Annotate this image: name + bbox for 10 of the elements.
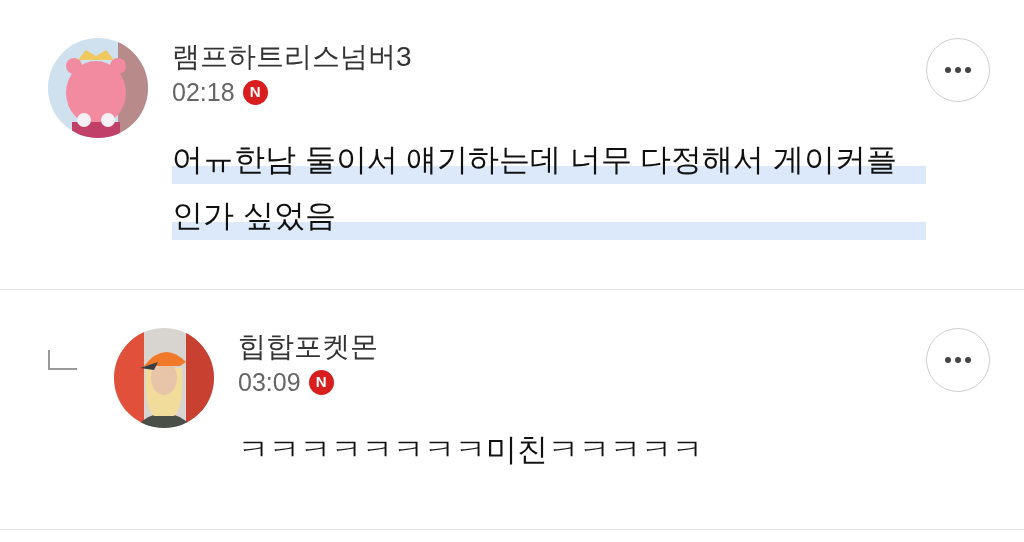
comment-time: 02:18: [172, 77, 235, 108]
reply-icon: [48, 350, 78, 370]
more-icon: [945, 67, 971, 73]
author-name[interactable]: 힙합포켓몬: [238, 330, 926, 364]
author-name[interactable]: 램프하트리스넘버3: [172, 40, 926, 74]
new-badge: N: [308, 369, 334, 395]
comment-time: 03:09: [238, 367, 301, 398]
comment-text: ㅋㅋㅋㅋㅋㅋㅋㅋ미친ㅋㅋㅋㅋㅋ: [238, 431, 704, 469]
new-badge: N: [242, 79, 268, 105]
more-icon: [945, 357, 971, 363]
